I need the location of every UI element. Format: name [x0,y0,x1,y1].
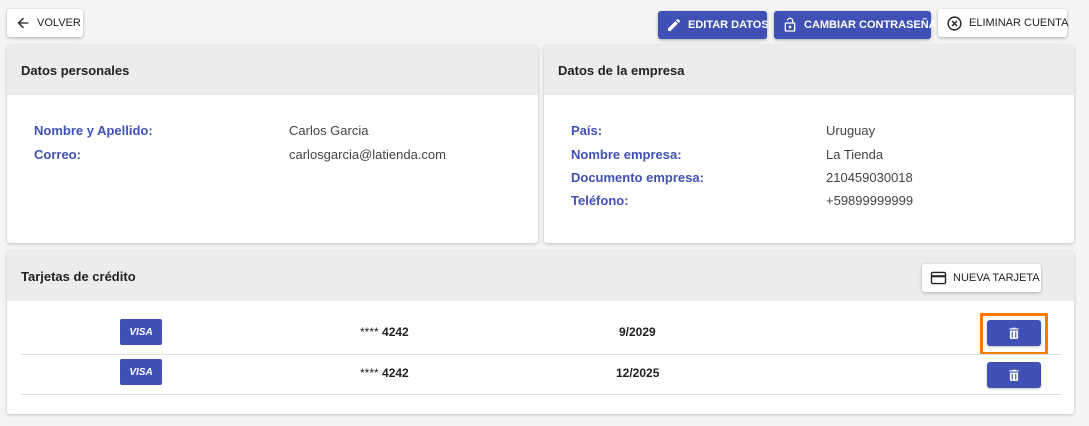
personal-value-email: carlosgarcia@latienda.com [289,147,446,162]
close-circle-icon [947,15,962,31]
personal-data-card: Datos personales [7,45,538,243]
new-card-button[interactable]: NUEVA TARJETA [922,264,1041,292]
card-number: **** 4242 [360,325,409,339]
company-value-phone: +59899999999 [826,193,914,208]
company-data-title: Datos de la empresa [544,45,1074,95]
card-expiry: 12/2025 [616,366,660,380]
credit-cards-card: Tarjetas de crédito [7,251,1074,414]
card-expiry: 9/2029 [619,325,656,339]
visa-logo: VISA [120,359,162,385]
delete-card-button[interactable] [987,320,1041,346]
card-last4: 4242 [382,325,409,339]
edit-data-label: EDITAR DATOS [688,19,769,31]
personal-label-email: Correo: [34,147,81,162]
company-label-phone: Teléfono: [571,193,629,208]
trash-icon [1009,369,1019,381]
change-password-button[interactable]: CAMBIAR CONTRASEÑA [774,11,937,39]
company-value-name: La Tienda [826,147,884,162]
arrow-left-icon [17,17,29,29]
personal-value-name: Carlos Garcia [289,123,369,138]
change-password-label: CAMBIAR CONTRASEÑA [804,19,937,31]
credit-cards-title: Tarjetas de crédito [7,251,1074,301]
back-button[interactable]: VOLVER [7,9,83,37]
card-mask: **** [360,366,379,380]
company-label-name: Nombre empresa: [571,147,682,162]
delete-account-button[interactable]: ELIMINAR CUENTA [938,9,1069,37]
card-mask: **** [360,325,379,339]
row-divider [21,394,1061,395]
trash-icon [1009,327,1019,339]
company-label-country: País: [571,123,603,138]
delete-card-button[interactable] [987,362,1041,388]
company-data-card: Datos de la empresa [544,45,1074,243]
card-number: **** 4242 [360,366,409,380]
company-label-document: Documento empresa: [571,170,704,185]
row-divider [21,354,1061,355]
pencil-icon [668,18,681,31]
new-card-label: NUEVA TARJETA [953,272,1040,284]
card-last4: 4242 [382,366,409,380]
lock-icon [784,17,796,32]
credit-card-icon [930,271,947,285]
company-value-document: 210459030018 [826,170,913,185]
company-value-country: Uruguay [826,123,876,138]
personal-data-title: Datos personales [7,45,538,95]
edit-data-button[interactable]: EDITAR DATOS [658,11,769,39]
personal-label-name: Nombre y Apellido: [34,123,153,138]
visa-logo: VISA [120,319,162,345]
back-label: VOLVER [37,17,81,29]
delete-account-label: ELIMINAR CUENTA [969,17,1069,29]
